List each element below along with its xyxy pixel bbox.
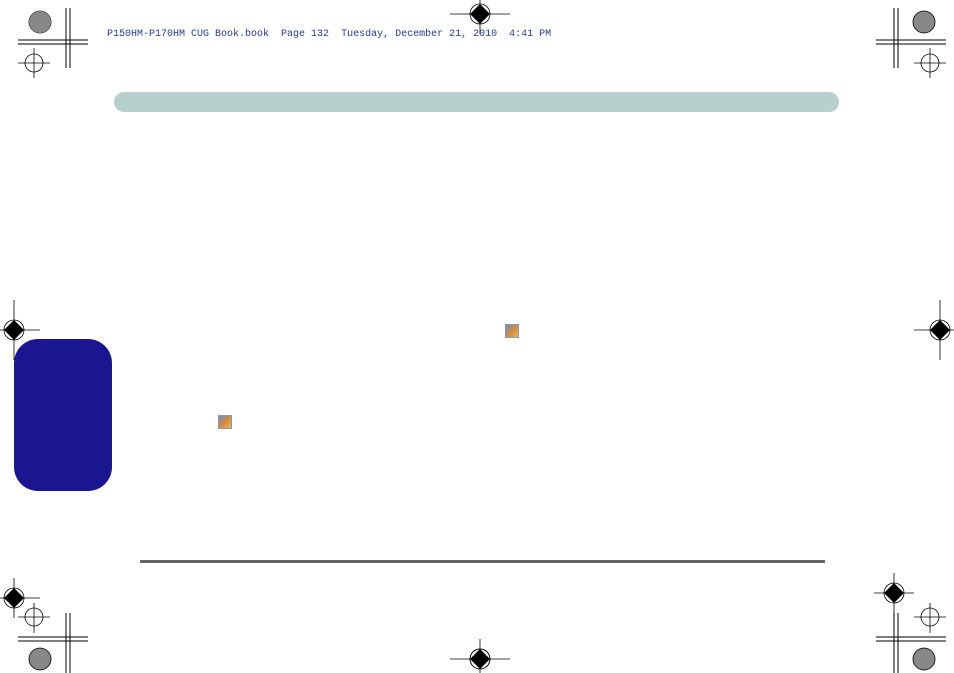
crop-mark-icon bbox=[866, 8, 946, 78]
crop-mark-icon bbox=[0, 578, 40, 618]
crop-mark-icon bbox=[18, 603, 98, 673]
inline-icon bbox=[218, 415, 232, 429]
inline-icon bbox=[505, 324, 519, 338]
chapter-tab bbox=[14, 339, 112, 491]
crop-mark-icon bbox=[450, 639, 510, 673]
header-page: Page 132 bbox=[281, 29, 329, 40]
header-filename: P150HM-P170HM CUG Book.book bbox=[107, 29, 269, 40]
crop-mark-icon bbox=[18, 8, 98, 78]
footer-rule bbox=[140, 560, 825, 563]
print-header: P150HM-P170HM CUG Book.book Page 132 Tue… bbox=[107, 29, 551, 40]
crop-mark-icon bbox=[874, 573, 914, 613]
crop-mark-icon bbox=[866, 603, 946, 673]
header-time: 4:41 PM bbox=[509, 29, 551, 40]
crop-mark-icon bbox=[914, 300, 954, 360]
section-title-bar bbox=[114, 92, 839, 112]
header-date: Tuesday, December 21, 2010 bbox=[341, 29, 497, 40]
